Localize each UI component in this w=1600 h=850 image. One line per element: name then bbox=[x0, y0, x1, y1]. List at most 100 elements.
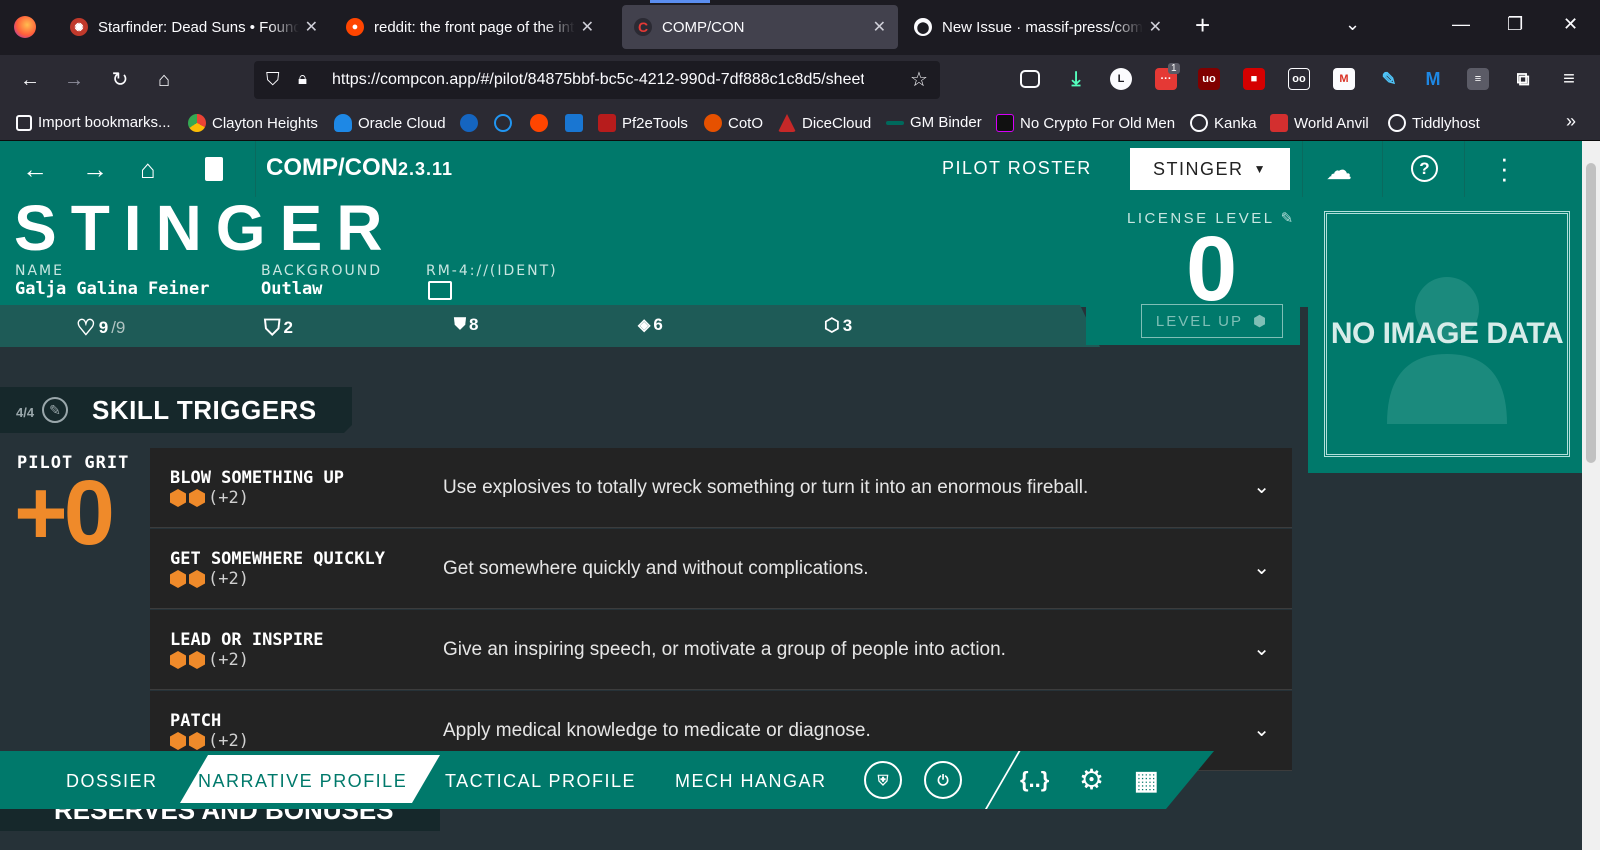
back-arrow-icon[interactable]: ← bbox=[22, 155, 48, 183]
bookmark-gmbinder[interactable]: GM Binder bbox=[886, 114, 982, 131]
page-scrollbar[interactable] bbox=[1582, 141, 1600, 850]
id-card-icon[interactable] bbox=[428, 281, 452, 300]
tab-github[interactable]: ⬤ New Issue · massif-press/compcon ✕ bbox=[902, 5, 1174, 49]
bookmark-label: No Crypto For Old Men bbox=[1020, 114, 1176, 132]
reddit-icon bbox=[530, 114, 548, 132]
json-export-icon[interactable]: {..} bbox=[1020, 767, 1049, 793]
lock-icon[interactable]: 🔒︎ bbox=[298, 69, 307, 89]
pilot-selector[interactable]: STINGER ▼ bbox=[1130, 148, 1290, 190]
chevron-down-icon[interactable]: ⌄ bbox=[1253, 474, 1270, 499]
skill-bonus: (+2) bbox=[208, 488, 249, 508]
scrollbar-thumb[interactable] bbox=[1586, 163, 1596, 463]
close-tab-icon[interactable]: ✕ bbox=[873, 17, 886, 37]
bookmark-worldanvil[interactable]: World Anvil bbox=[1270, 114, 1369, 132]
pilot-callsign: STINGER bbox=[14, 192, 397, 264]
extensions-puzzle-icon[interactable]: ⧉ bbox=[1512, 68, 1534, 90]
bookmark-5e[interactable] bbox=[565, 114, 589, 132]
app-menu-icon[interactable]: ≡ bbox=[1558, 68, 1580, 90]
edef-value: 8 bbox=[469, 315, 479, 334]
settings-gear-icon[interactable]: ⚙ bbox=[1079, 763, 1104, 796]
close-tab-icon[interactable]: ✕ bbox=[1149, 17, 1162, 37]
close-tab-icon[interactable]: ✕ bbox=[305, 17, 318, 37]
pencil-extension-icon[interactable]: ✎ bbox=[1378, 68, 1400, 90]
edit-skills-icon[interactable]: ✎ bbox=[42, 397, 68, 423]
skill-rank: (+2) bbox=[170, 488, 249, 508]
pocket-icon[interactable] bbox=[1020, 70, 1040, 88]
home-icon[interactable]: ⌂ bbox=[140, 155, 156, 183]
reader-icon[interactable]: ≡ bbox=[1467, 68, 1489, 90]
tab-narrative-profile[interactable]: NARRATIVE PROFILE bbox=[198, 771, 407, 792]
cloud-sync-icon[interactable]: ☁ bbox=[1326, 155, 1352, 186]
minimize-icon[interactable]: — bbox=[1452, 14, 1470, 35]
bookmark-import[interactable]: Import bookmarks... bbox=[16, 114, 171, 131]
url-bar[interactable]: ⛉ 🔒︎ https://compcon.app/#/pilot/84875bb… bbox=[254, 61, 940, 99]
bookmark-reddit[interactable] bbox=[530, 114, 554, 132]
download-icon[interactable]: ⤓ bbox=[1065, 68, 1087, 90]
chevron-down-icon[interactable]: ⌄ bbox=[1253, 636, 1270, 661]
back-icon[interactable]: ← bbox=[16, 67, 44, 93]
skill-name: LEAD OR INSPIRE bbox=[170, 630, 324, 650]
new-tab-button[interactable]: + bbox=[1195, 10, 1210, 41]
more-vert-icon[interactable]: · · · bbox=[1500, 145, 1509, 191]
rank-pip-icon bbox=[189, 570, 205, 588]
restore-icon[interactable]: ❐ bbox=[1507, 14, 1523, 35]
bookmark-tiddlyhost[interactable]: Tiddlyhost bbox=[1388, 114, 1480, 132]
tab-tactical-profile[interactable]: TACTICAL PROFILE bbox=[445, 771, 636, 792]
dashboard-add-icon[interactable]: ▦ bbox=[1134, 765, 1159, 796]
skill-row[interactable]: GET SOMEWHERE QUICKLY (+2) Get somewhere… bbox=[150, 529, 1292, 609]
ublock-icon[interactable]: uo bbox=[1198, 68, 1220, 90]
extension-glasses-icon[interactable]: oo bbox=[1288, 68, 1310, 90]
notebook-icon[interactable] bbox=[205, 157, 223, 181]
bookmark-dicecloud[interactable]: DiceCloud bbox=[778, 114, 871, 132]
extension-badge: 1 bbox=[1168, 63, 1180, 74]
bookmark-star-icon[interactable]: ☆ bbox=[910, 67, 928, 92]
mech-bay-icon[interactable]: ⛨ bbox=[864, 761, 902, 799]
bookmark-oracle[interactable]: Oracle Cloud bbox=[334, 114, 446, 132]
tab-compcon[interactable]: C COMP/CON ✕ bbox=[622, 5, 898, 49]
pilot-selector-label: STINGER bbox=[1153, 158, 1244, 179]
pilot-roster-button[interactable]: PILOT ROSTER bbox=[942, 158, 1092, 179]
firefox-menu-icon[interactable] bbox=[14, 16, 36, 38]
evasion-icon: ◈ bbox=[638, 317, 651, 334]
bookmark-messages[interactable] bbox=[460, 114, 484, 132]
chevron-down-icon[interactable]: ⌄ bbox=[1253, 717, 1270, 742]
reload-icon[interactable]: ↻ bbox=[106, 67, 134, 93]
list-tabs-icon[interactable]: ⌄ bbox=[1345, 14, 1360, 35]
tab-reddit[interactable]: ● reddit: the front page of the internet… bbox=[334, 5, 606, 49]
bookmark-nocrypto[interactable]: No Crypto For Old Men bbox=[996, 114, 1175, 132]
privacy-icon[interactable]: ■ bbox=[1243, 68, 1265, 90]
chevron-down-icon[interactable]: ⌄ bbox=[1253, 555, 1270, 580]
globe-icon bbox=[1190, 114, 1208, 132]
more-bookmarks-icon[interactable]: » bbox=[1566, 111, 1576, 132]
close-tab-icon[interactable]: ✕ bbox=[581, 17, 594, 37]
extension-l-icon[interactable]: L bbox=[1110, 68, 1132, 90]
bookmark-kanka[interactable]: Kanka bbox=[1190, 114, 1257, 132]
skill-row[interactable]: BLOW SOMETHING UP (+2) Use explosives to… bbox=[150, 448, 1292, 528]
forward-arrow-icon[interactable]: → bbox=[82, 155, 108, 183]
pilot-name[interactable]: Galja Galina Feiner bbox=[15, 279, 209, 299]
bookmarks-bar: Import bookmarks... Clayton Heights Orac… bbox=[0, 105, 1600, 141]
level-up-button[interactable]: LEVEL UP ⬢ bbox=[1141, 304, 1283, 338]
edit-icon[interactable]: ✎ bbox=[1281, 210, 1296, 227]
gmail-icon[interactable]: M bbox=[1333, 68, 1355, 90]
heart-icon: ♡ bbox=[76, 315, 96, 340]
forward-icon[interactable]: → bbox=[60, 67, 88, 93]
help-icon[interactable]: ? bbox=[1411, 155, 1438, 182]
skill-row[interactable]: LEAD OR INSPIRE (+2) Give an inspiring s… bbox=[150, 610, 1292, 690]
pilot-image-placeholder[interactable]: NO IMAGE DATA bbox=[1324, 211, 1570, 457]
tab-starfinder[interactable]: ✺ Starfinder: Dead Suns • Foundry VTT ✕ bbox=[58, 5, 330, 49]
malwarebytes-icon[interactable]: M bbox=[1422, 68, 1444, 90]
skill-description: Apply medical knowledge to medicate or d… bbox=[443, 720, 871, 741]
tab-mech-hangar[interactable]: MECH HANGAR bbox=[675, 771, 827, 792]
bookmark-pf2etools[interactable]: Pf2eTools bbox=[598, 114, 688, 132]
pilot-background[interactable]: Outlaw bbox=[261, 279, 322, 299]
home-icon[interactable]: ⌂ bbox=[150, 67, 178, 93]
tab-dossier[interactable]: DOSSIER bbox=[66, 771, 158, 792]
active-mode-icon[interactable]: ⏻ bbox=[924, 761, 962, 799]
shield-icon[interactable]: ⛉ bbox=[266, 69, 280, 90]
armor-value: 2 bbox=[283, 318, 293, 337]
bookmark-clayton[interactable]: Clayton Heights bbox=[188, 114, 318, 132]
bookmark-meta[interactable] bbox=[494, 114, 518, 132]
close-window-icon[interactable]: ✕ bbox=[1563, 14, 1578, 35]
bookmark-coto[interactable]: CotO bbox=[704, 114, 763, 132]
